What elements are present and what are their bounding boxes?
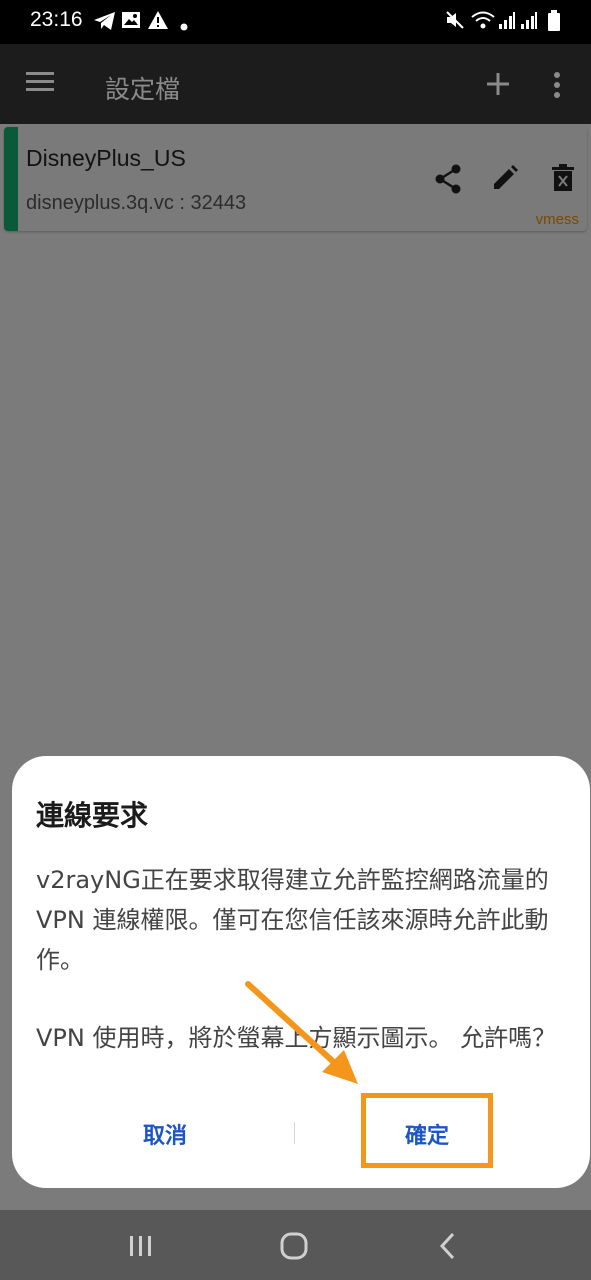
telegram-icon	[93, 10, 117, 36]
button-divider	[294, 1122, 295, 1144]
back-icon[interactable]	[438, 1232, 456, 1264]
share-icon[interactable]	[434, 164, 462, 198]
edit-icon[interactable]	[491, 164, 519, 196]
menu-icon[interactable]	[26, 70, 54, 98]
server-type: vmess	[535, 211, 579, 228]
add-icon[interactable]	[486, 72, 510, 100]
server-address: disneyplus.3q.vc : 32443	[26, 192, 247, 214]
wifi-icon	[470, 10, 496, 34]
server-name: DisneyPlus_US	[26, 145, 186, 171]
dialog-title: 連線要求	[36, 799, 149, 832]
navigation-bar	[0, 1210, 591, 1280]
signal-icon	[520, 10, 538, 34]
delete-icon[interactable]	[551, 163, 575, 197]
home-icon[interactable]	[280, 1232, 308, 1264]
image-icon	[121, 10, 141, 34]
signal-icon	[498, 10, 516, 34]
arrow-icon	[240, 980, 370, 1094]
status-time: 23:16	[30, 8, 83, 31]
dialog-message: v2rayNG正在要求取得建立允許監控網路流量的 VPN 連線權限。僅可在您信任…	[36, 866, 549, 974]
more-icon[interactable]	[552, 71, 562, 103]
mute-icon	[445, 10, 465, 34]
selected-indicator	[4, 127, 18, 231]
app-bar: 設定檔	[0, 44, 591, 124]
highlight-box	[361, 1093, 493, 1168]
recents-icon[interactable]	[128, 1234, 154, 1262]
cancel-button[interactable]: 取消	[100, 1118, 230, 1150]
status-bar: 23:16	[0, 0, 591, 44]
warning-icon	[147, 10, 169, 34]
dot-icon	[180, 16, 188, 35]
app-title: 設定檔	[105, 75, 181, 104]
battery-icon	[547, 10, 561, 36]
